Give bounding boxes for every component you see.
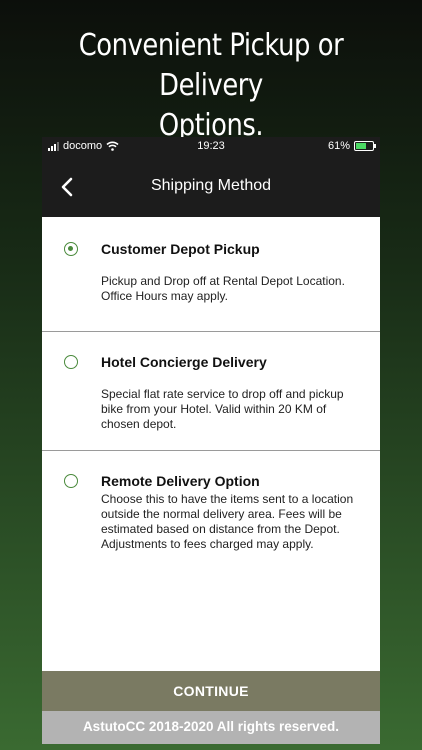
shipping-options-list: Customer Depot Pickup Pickup and Drop of…	[42, 217, 380, 591]
option-customer-depot-pickup[interactable]: Customer Depot Pickup Pickup and Drop of…	[42, 217, 380, 332]
radio-button[interactable]	[64, 242, 78, 256]
page-title: Shipping Method	[150, 177, 272, 194]
radio-button[interactable]	[64, 474, 78, 488]
option-hotel-concierge-delivery[interactable]: Hotel Concierge Delivery Special flat ra…	[42, 332, 380, 451]
status-right: 61%	[327, 140, 376, 152]
phone-screen: docomo 19:23 61% Shipping Method Custome…	[42, 137, 380, 744]
battery-icon	[354, 141, 376, 151]
option-title: Hotel Concierge Delivery	[101, 354, 267, 370]
copyright-footer: AstutoCC 2018-2020 All rights reserved.	[42, 711, 380, 744]
radio-button[interactable]	[64, 355, 78, 369]
option-remote-delivery[interactable]: Remote Delivery Option Choose this to ha…	[42, 451, 380, 591]
option-title: Customer Depot Pickup	[101, 241, 260, 257]
headline-line-1: Convenient Pickup or Delivery	[78, 28, 344, 103]
continue-button[interactable]: CONTINUE	[42, 671, 380, 711]
navigation-bar: Shipping Method	[42, 157, 380, 217]
status-bar: docomo 19:23 61%	[42, 137, 380, 157]
option-title: Remote Delivery Option	[101, 473, 260, 489]
option-description: Choose this to have the items sent to a …	[101, 492, 354, 551]
option-description: Pickup and Drop off at Rental Depot Loca…	[101, 274, 345, 303]
promo-headline: Convenient Pickup or Delivery Options.	[30, 26, 393, 146]
option-description: Special flat rate service to drop off an…	[101, 387, 344, 431]
battery-percent: 61%	[327, 140, 350, 152]
